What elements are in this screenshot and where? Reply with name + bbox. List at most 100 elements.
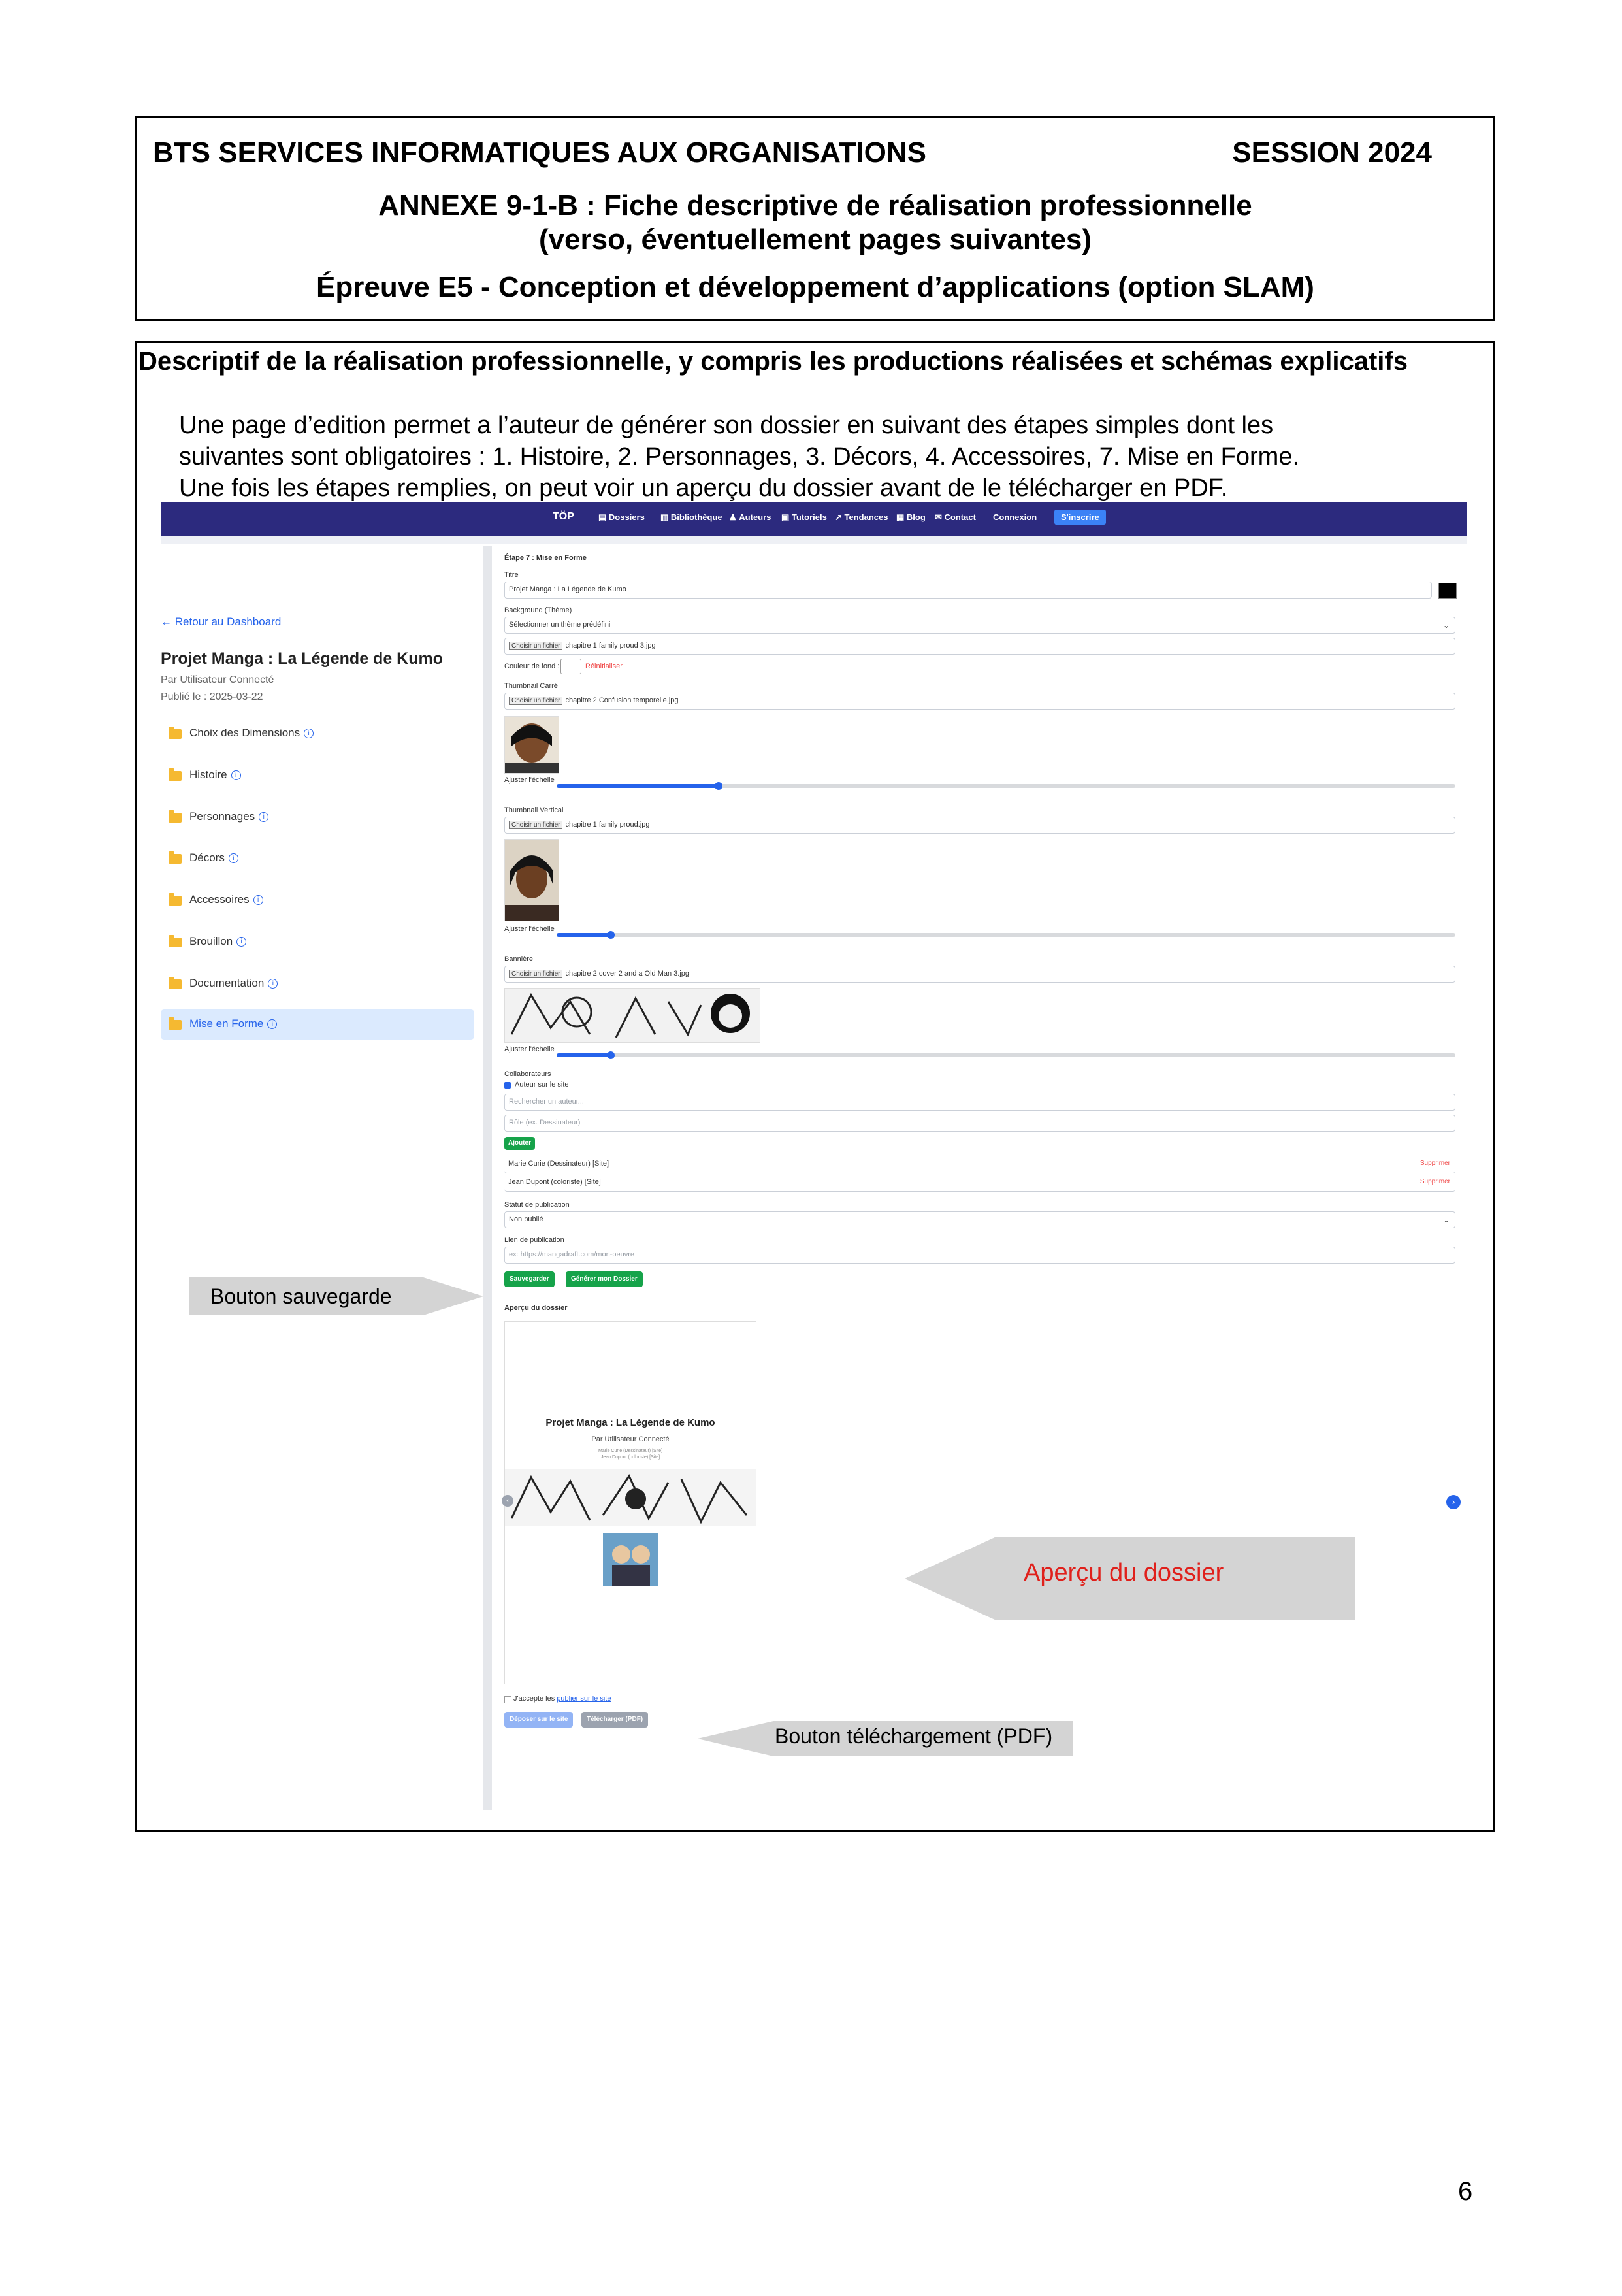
background-file-input[interactable]: Choisir un fichier chapitre 1 family prou…	[504, 638, 1455, 655]
download-pdf-button[interactable]: Télécharger (PDF)	[581, 1712, 649, 1728]
choose-file-button[interactable]: Choisir un fichier	[509, 970, 563, 978]
sidebar-item-dimensions[interactable]: Choix des Dimensions i	[161, 719, 474, 749]
signup-button[interactable]: S'inscrire	[1054, 510, 1106, 525]
banner-scale-slider[interactable]	[557, 1051, 1455, 1059]
slider-knob[interactable]	[606, 1051, 615, 1059]
scale-label: Ajuster l'échelle	[504, 776, 555, 784]
sidebar-item-accessoires[interactable]: Accessoires i	[161, 885, 474, 915]
choose-file-button[interactable]: Choisir un fichier	[509, 821, 563, 829]
step-title: Étape 7 : Mise en Forme	[504, 554, 587, 562]
banner-file-name: chapitre 2 cover 2 and a Old Man 3.jpg	[565, 970, 690, 977]
page-number: 6	[1458, 2177, 1473, 2206]
title-color-picker[interactable]	[1438, 583, 1457, 599]
slider-knob[interactable]	[714, 782, 722, 790]
nav-item-tutoriels[interactable]: ▣ Tutoriels	[781, 512, 827, 523]
nav-item-bibliotheque[interactable]: ▥ Bibliothèque	[660, 512, 722, 523]
nav-item-auteurs[interactable]: ♟ Auteurs	[729, 512, 771, 523]
accept-link[interactable]: publier sur le site	[557, 1695, 611, 1703]
sidebar-item-label: Documentation	[189, 977, 265, 989]
info-icon[interactable]: i	[236, 937, 247, 947]
remove-collaborator-button[interactable]: Supprimer	[1420, 1178, 1450, 1185]
slider-fill	[557, 1053, 611, 1057]
slider-knob[interactable]	[606, 931, 615, 939]
bg-color-picker[interactable]	[560, 659, 581, 674]
sidebar-item-label: Histoire	[189, 768, 227, 781]
section-title: Descriptif de la réalisation professionn…	[138, 347, 1408, 376]
add-collaborator-button[interactable]: Ajouter	[504, 1137, 535, 1150]
publish-button[interactable]: Déposer sur le site	[504, 1712, 574, 1728]
sidebar-item-label: Mise en Forme	[189, 1017, 264, 1030]
arrow-left-icon: ←	[161, 615, 172, 628]
preview-label: Aperçu du dossier	[504, 1304, 568, 1312]
square-scale-slider[interactable]	[557, 782, 1455, 790]
nav-item-connexion[interactable]: Connexion	[993, 512, 1037, 522]
info-icon[interactable]: i	[267, 1019, 278, 1030]
status-select[interactable]: Non publié ⌄	[504, 1211, 1455, 1228]
author-search-input[interactable]: Rechercher un auteur...	[504, 1094, 1455, 1111]
carousel-next-icon[interactable]: ›	[1446, 1495, 1461, 1509]
preview-thumbnail-image	[603, 1533, 658, 1586]
banner-image	[504, 988, 760, 1043]
sidebar-item-personnages[interactable]: Personnages i	[161, 802, 474, 832]
title-input[interactable]: Projet Manga : La Légende de Kumo	[504, 582, 1432, 599]
info-icon[interactable]: i	[228, 853, 238, 864]
vertical-scale-slider[interactable]	[557, 931, 1455, 939]
info-icon[interactable]: i	[268, 979, 278, 989]
accept-checkbox[interactable]	[504, 1696, 511, 1703]
back-to-dashboard-link[interactable]: ← Retour au Dashboard	[161, 615, 281, 629]
role-input[interactable]: Rôle (ex. Dessinateur)	[504, 1115, 1455, 1132]
background-select[interactable]: Sélectionner un thème prédéfini ⌄	[504, 617, 1455, 634]
choose-file-button[interactable]: Choisir un fichier	[509, 697, 563, 705]
sidebar-item-brouillon[interactable]: Brouillon i	[161, 927, 474, 957]
background-label: Background (Thème)	[504, 606, 572, 614]
collab-checkbox[interactable]	[504, 1082, 511, 1089]
folder-icon	[169, 935, 182, 947]
sidebar-item-mise-en-forme[interactable]: Mise en Forme i	[161, 1009, 474, 1040]
header-box: BTS SERVICES INFORMATIQUES AUX ORGANISAT…	[135, 116, 1495, 321]
collaborator-row: Jean Dupont (coloriste) [Site] Supprimer	[504, 1175, 1455, 1192]
sidebar-item-decors[interactable]: Décors i	[161, 844, 474, 874]
info-icon[interactable]: i	[259, 812, 269, 823]
annotation-save-arrow	[423, 1277, 483, 1315]
generate-dossier-button[interactable]: Générer mon Dossier	[566, 1271, 643, 1287]
annex-title-line2: (verso, éventuellement pages suivantes)	[538, 223, 1092, 255]
remove-collaborator-button[interactable]: Supprimer	[1420, 1160, 1450, 1167]
sidebar-item-documentation[interactable]: Documentation i	[161, 969, 474, 999]
exam-title: BTS SERVICES INFORMATIQUES AUX ORGANISAT…	[153, 137, 927, 169]
nav-item-contact[interactable]: ✉ Contact	[935, 512, 976, 523]
choose-file-button[interactable]: Choisir un fichier	[509, 642, 563, 650]
session-label: SESSION 2024	[1232, 137, 1432, 169]
slider-fill	[557, 784, 719, 788]
info-icon[interactable]: i	[231, 770, 241, 781]
sidebar-item-label: Accessoires	[189, 893, 250, 906]
square-file-input[interactable]: Choisir un fichier chapitre 2 Confusion t…	[504, 693, 1455, 710]
intro-line: suivantes sont obligatoires : 1. Histoir…	[179, 443, 1300, 470]
background-file-name: chapitre 1 family proud 3.jpg	[565, 642, 656, 649]
epreuve-title: Épreuve E5 - Conception et développement…	[316, 271, 1314, 303]
project-author: Par Utilisateur Connecté	[161, 674, 274, 685]
vertical-file-input[interactable]: Choisir un fichier chapitre 1 family prou…	[504, 817, 1455, 834]
publication-link-input[interactable]: ex: https://mangadraft.com/mon-oeuvre	[504, 1247, 1455, 1264]
navbar-shadow	[161, 536, 1467, 544]
preview-author: Par Utilisateur Connecté	[591, 1435, 670, 1443]
nav-item-tendances[interactable]: ↗ Tendances	[835, 512, 888, 523]
banner-file-input[interactable]: Choisir un fichier chapitre 2 cover 2 and…	[504, 966, 1455, 983]
chevron-down-icon: ⌄	[1442, 621, 1450, 630]
collaborator-row: Marie Curie (Dessinateur) [Site] Supprim…	[504, 1156, 1455, 1173]
title-label: Titre	[504, 571, 519, 579]
site-logo[interactable]: TÖP	[553, 511, 574, 523]
banner-label: Bannière	[504, 955, 534, 963]
sidebar-item-histoire[interactable]: Histoire i	[161, 761, 474, 791]
info-icon[interactable]: i	[304, 729, 314, 739]
square-file-name: chapitre 2 Confusion temporelle.jpg	[565, 697, 679, 704]
info-icon[interactable]: i	[253, 895, 263, 906]
preview-banner-image	[505, 1469, 756, 1526]
save-button[interactable]: Sauvegarder	[504, 1271, 555, 1287]
scale-label: Ajuster l'échelle	[504, 1045, 555, 1053]
back-label: Retour au Dashboard	[174, 615, 282, 628]
nav-item-dossiers[interactable]: ▤ Dossiers	[598, 512, 645, 523]
reset-color-button[interactable]: Réinitialiser	[585, 663, 623, 670]
sidebar-item-label: Choix des Dimensions	[189, 727, 300, 739]
nav-item-blog[interactable]: ▦ Blog	[896, 512, 926, 523]
carousel-prev-icon[interactable]: ‹	[502, 1495, 513, 1507]
